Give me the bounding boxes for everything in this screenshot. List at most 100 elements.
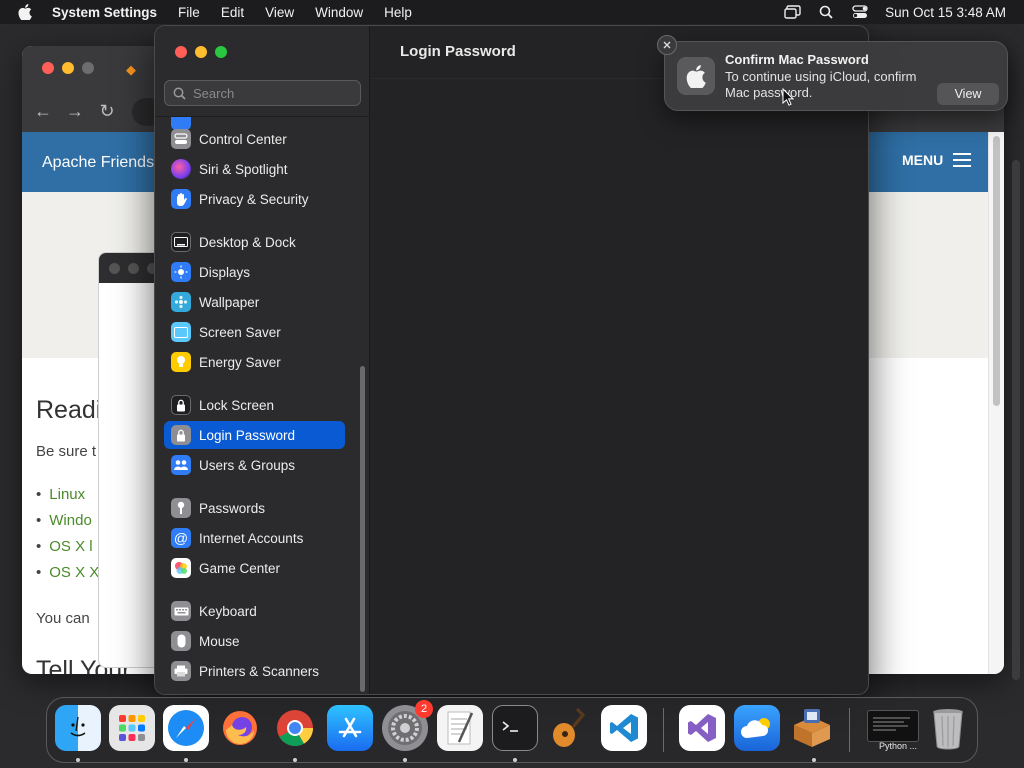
content-text-2: You can	[36, 610, 90, 627]
menu-view[interactable]: View	[265, 5, 294, 20]
terminal-icon[interactable]	[492, 705, 538, 751]
menu-window[interactable]: Window	[315, 5, 363, 20]
list-item[interactable]: Windo	[36, 512, 99, 538]
sidebar-item-internet-accounts[interactable]: @ Internet Accounts	[164, 524, 345, 552]
vscode-icon[interactable]	[601, 705, 647, 751]
installer-icon[interactable]	[789, 705, 835, 751]
at-icon: @	[171, 528, 191, 548]
menu-edit[interactable]: Edit	[221, 5, 244, 20]
menu-file[interactable]: File	[178, 5, 200, 20]
close-icon[interactable]	[42, 62, 54, 74]
sidebar-item-label: Wallpaper	[199, 294, 260, 310]
system-settings-app-icon	[677, 57, 715, 95]
search-icon	[173, 86, 187, 100]
users-icon	[171, 455, 191, 475]
dock-icon	[171, 232, 191, 252]
close-icon	[663, 41, 671, 49]
sidebar-item-desktop-dock[interactable]: Desktop & Dock	[164, 228, 345, 256]
sidebar-item-lock-screen[interactable]: Lock Screen	[164, 391, 345, 419]
sidebar-item-label: Mouse	[199, 633, 240, 649]
notification-banner[interactable]: Confirm Mac Password To continue using i…	[657, 35, 1008, 111]
content-text: Be sure t	[36, 443, 97, 460]
menu-help[interactable]: Help	[384, 5, 412, 20]
game-center-icon	[171, 558, 191, 578]
hamburger-icon	[953, 153, 972, 167]
python-window-label: Python ...	[879, 741, 918, 751]
apple-menu-icon[interactable]	[18, 4, 36, 20]
site-title[interactable]: Apache Friends	[42, 154, 154, 172]
close-icon[interactable]	[175, 46, 187, 58]
sidebar-item-users-groups[interactable]: Users & Groups	[164, 451, 345, 479]
reload-icon[interactable]: ↻	[96, 100, 118, 122]
menu-clock[interactable]: Sun Oct 15 3:48 AM	[885, 5, 1006, 20]
mouse-icon	[171, 631, 191, 651]
icloud-icon[interactable]	[734, 705, 780, 751]
list-item[interactable]: OS X l	[36, 538, 99, 564]
control-center-icon[interactable]	[851, 3, 869, 21]
sidebar-item-printers-scanners[interactable]: Printers & Scanners	[164, 657, 345, 685]
settings-sidebar: Control Center Siri & Spotlight Privacy …	[155, 26, 370, 694]
launchpad-icon[interactable]	[109, 705, 155, 751]
chrome-icon[interactable]	[272, 705, 318, 751]
sidebar-item-mouse[interactable]: Mouse	[164, 627, 345, 655]
textedit-icon[interactable]	[437, 705, 483, 751]
browser-scrollbar[interactable]	[988, 132, 1004, 674]
sidebar-item-login-password[interactable]: Login Password	[164, 421, 345, 449]
sidebar-item-siri-spotlight[interactable]: Siri & Spotlight	[164, 155, 345, 183]
minimize-icon[interactable]	[62, 62, 74, 74]
zoom-icon[interactable]	[215, 46, 227, 58]
minimize-icon[interactable]	[195, 46, 207, 58]
sidebar-item-label: Displays	[199, 264, 251, 280]
forward-icon[interactable]: →	[64, 100, 86, 122]
sidebar-item-screen-saver[interactable]: Screen Saver	[164, 318, 345, 346]
back-icon[interactable]: ←	[32, 100, 54, 122]
browser-traffic-lights	[42, 62, 102, 74]
search-input[interactable]	[193, 85, 353, 101]
sidebar-item-label: Energy Saver	[199, 354, 281, 370]
sidebar-item-game-center[interactable]: Game Center	[164, 554, 345, 582]
visual-studio-icon[interactable]	[679, 705, 725, 751]
sidebar-item-wallpaper[interactable]: Wallpaper	[164, 288, 345, 316]
sidebar-scrollbar[interactable]	[360, 366, 365, 692]
garageband-icon[interactable]	[546, 705, 592, 751]
sidebar-search-field[interactable]	[164, 80, 361, 106]
desktop-scrollbar[interactable]	[1012, 160, 1020, 680]
page-title: Login Password	[400, 43, 516, 60]
trash-icon[interactable]	[925, 705, 971, 751]
sidebar-item-energy-saver[interactable]: Energy Saver	[164, 348, 345, 376]
firefox-icon[interactable]	[217, 705, 263, 751]
content-heading: Readi	[36, 396, 102, 424]
screen-mirroring-icon[interactable]	[783, 3, 801, 21]
keyboard-icon	[171, 601, 191, 621]
sun-icon	[171, 262, 191, 282]
list-item[interactable]: OS X X	[36, 564, 99, 590]
list-item[interactable]: Linux	[36, 486, 99, 512]
finder-icon[interactable]	[55, 705, 101, 751]
site-menu-label: MENU	[902, 152, 944, 168]
menu-app-name[interactable]: System Settings	[52, 5, 157, 20]
app-store-icon[interactable]	[327, 705, 373, 751]
sidebar-item-label: Privacy & Security	[199, 191, 309, 207]
sidebar-item-privacy-security[interactable]: Privacy & Security	[164, 185, 345, 213]
wallpaper-icon	[171, 292, 191, 312]
spotlight-search-icon[interactable]	[817, 3, 835, 21]
key-icon	[171, 498, 191, 518]
python-window-thumbnail[interactable]	[867, 710, 919, 742]
sidebar-item-control-center[interactable]: Control Center	[164, 125, 345, 153]
mouse-cursor-icon	[782, 88, 794, 106]
sidebar-item-label: Keyboard	[199, 603, 257, 619]
notification-view-button[interactable]: View	[937, 83, 999, 105]
sidebar-item-label: Siri & Spotlight	[199, 161, 288, 177]
sidebar-item-label: Users & Groups	[199, 457, 296, 473]
notification-close-button[interactable]	[657, 35, 677, 55]
notification-title: Confirm Mac Password	[725, 52, 869, 67]
sidebar-item-passwords[interactable]: Passwords	[164, 494, 345, 522]
sidebar-item-keyboard[interactable]: Keyboard	[164, 597, 345, 625]
lock-icon	[171, 395, 191, 415]
xampp-tab-icon[interactable]: ◆	[126, 62, 136, 78]
zoom-icon[interactable]	[82, 62, 94, 74]
safari-icon[interactable]	[163, 705, 209, 751]
settings-traffic-lights	[175, 46, 235, 58]
site-menu-button[interactable]: MENU	[902, 152, 972, 168]
sidebar-item-displays[interactable]: Displays	[164, 258, 345, 286]
